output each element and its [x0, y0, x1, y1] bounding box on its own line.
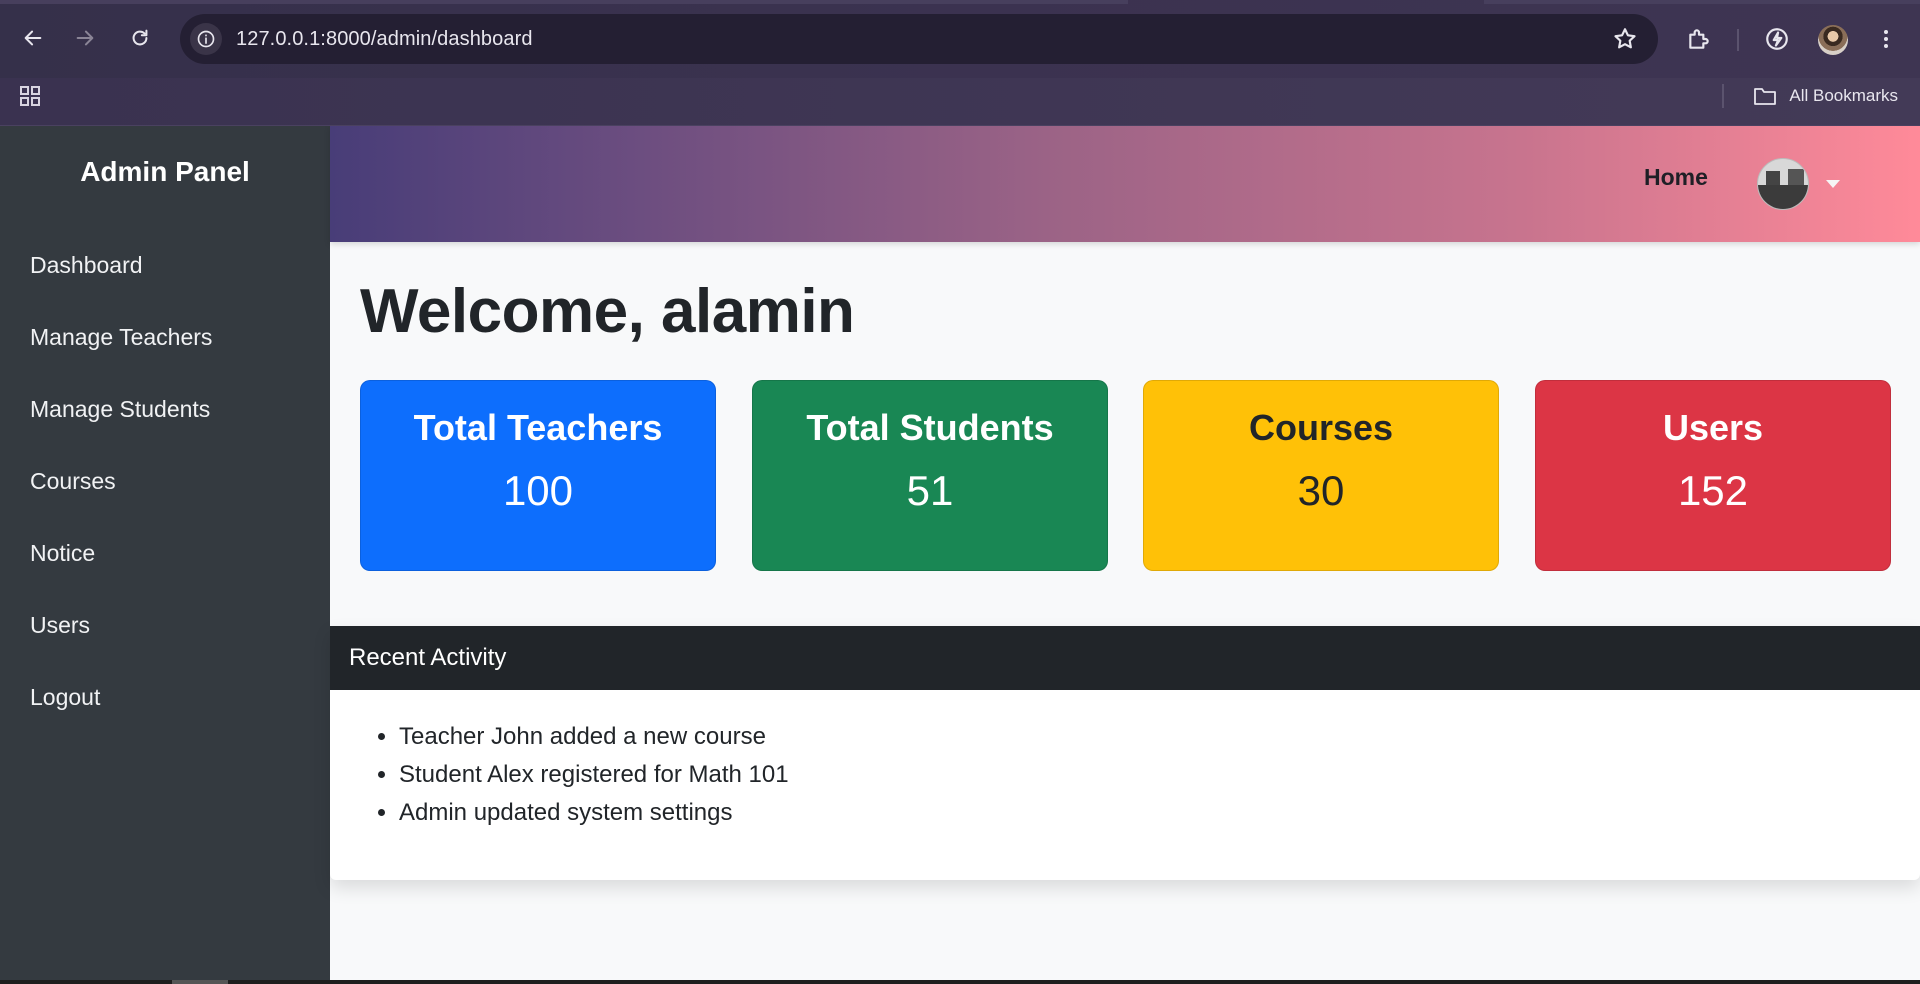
recent-activity-card: Recent Activity Teacher John added a new…: [330, 626, 1920, 880]
reload-button[interactable]: [124, 22, 156, 54]
kebab-menu-icon: [1884, 30, 1888, 48]
extensions-button[interactable]: [1684, 24, 1714, 54]
stat-card-users: Users 152: [1535, 380, 1891, 571]
tab-strip-edge: [0, 0, 1128, 4]
browser-menu-button[interactable]: [1871, 24, 1901, 54]
stat-title: Courses: [1248, 407, 1394, 448]
info-icon: [197, 30, 215, 48]
forward-button[interactable]: [69, 22, 101, 54]
page-viewport: Admin Panel Dashboard Manage Teachers Ma…: [0, 126, 1920, 980]
scrollbar-thumb[interactable]: [172, 980, 228, 984]
recent-activity-header: Recent Activity: [330, 626, 1920, 690]
stat-title: Total Teachers: [413, 407, 663, 448]
all-bookmarks-label: All Bookmarks: [1789, 86, 1898, 105]
folder-icon: [1754, 88, 1777, 105]
apps-grid-icon[interactable]: [18, 84, 42, 108]
stat-card-teachers: Total Teachers 100: [360, 380, 716, 571]
profile-avatar[interactable]: [1818, 25, 1848, 55]
arrow-left-icon: [24, 30, 42, 46]
sidebar-item-manage-students[interactable]: Manage Students: [30, 396, 210, 423]
address-bar[interactable]: 127.0.0.1:8000/admin/dashboard: [180, 14, 1658, 64]
reload-icon: [132, 29, 148, 46]
bookmarks-bar: [0, 78, 1920, 126]
stat-card-students: Total Students 51: [752, 380, 1108, 571]
chevron-down-icon[interactable]: [1826, 180, 1840, 188]
sidebar-item-logout[interactable]: Logout: [30, 684, 100, 711]
stat-value: 51: [906, 467, 954, 514]
bookmarks-separator: [1722, 84, 1724, 108]
performance-button[interactable]: [1762, 24, 1792, 54]
sidebar-item-users[interactable]: Users: [30, 612, 90, 639]
stat-title: Users: [1662, 407, 1764, 448]
lightning-icon: [1766, 28, 1788, 50]
sidebar-item-courses[interactable]: Courses: [30, 468, 116, 495]
arrow-right-icon: [76, 30, 94, 46]
sidebar-item-notice[interactable]: Notice: [30, 540, 95, 567]
horizontal-scrollbar[interactable]: [0, 980, 1920, 984]
list-item: Teacher John added a new course: [399, 722, 1920, 760]
browser-toolbar: 127.0.0.1:8000/admin/dashboard: [0, 0, 1920, 78]
stat-value: 152: [1677, 467, 1749, 514]
home-link[interactable]: Home: [1644, 164, 1708, 191]
address-url[interactable]: 127.0.0.1:8000/admin/dashboard: [236, 28, 533, 51]
page-title: Welcome, alamin: [360, 277, 855, 346]
stat-card-courses: Courses 30: [1143, 380, 1499, 571]
stat-title: Total Students: [806, 407, 1054, 448]
puzzle-icon: [1689, 29, 1709, 49]
list-item: Student Alex registered for Math 101: [399, 760, 1920, 798]
sidebar: Admin Panel Dashboard Manage Teachers Ma…: [0, 126, 330, 980]
user-avatar[interactable]: [1757, 158, 1809, 210]
sidebar-item-dashboard[interactable]: Dashboard: [30, 252, 143, 279]
recent-activity-list: Teacher John added a new course Student …: [399, 722, 1920, 836]
stat-value: 30: [1297, 467, 1345, 514]
back-button[interactable]: [17, 22, 49, 54]
star-icon[interactable]: [1612, 26, 1638, 52]
sidebar-item-manage-teachers[interactable]: Manage Teachers: [30, 324, 212, 351]
tab-strip-edge: [1484, 0, 1920, 4]
all-bookmarks-button[interactable]: All Bookmarks: [1753, 84, 1898, 108]
stat-value: 100: [502, 467, 574, 514]
toolbar-separator: [1737, 29, 1739, 51]
list-item: Admin updated system settings: [399, 798, 1920, 836]
site-info-button[interactable]: [190, 23, 222, 55]
sidebar-brand: Admin Panel: [80, 156, 250, 187]
